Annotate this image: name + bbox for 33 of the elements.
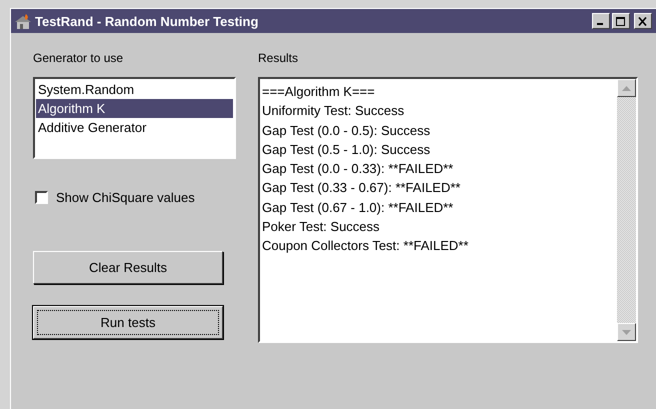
scroll-down-button[interactable] xyxy=(617,323,636,341)
checkbox[interactable] xyxy=(35,191,48,204)
close-button[interactable] xyxy=(634,13,652,29)
maximize-icon xyxy=(616,16,626,26)
close-icon xyxy=(638,16,648,26)
result-line: Uniformity Test: Success xyxy=(262,102,406,120)
minimize-icon xyxy=(597,23,603,25)
list-item[interactable]: Algorithm K xyxy=(36,99,233,118)
list-item[interactable]: Additive Generator xyxy=(36,118,233,137)
window-title: TestRand - Random Number Testing xyxy=(35,14,260,28)
maximize-button[interactable] xyxy=(612,13,630,29)
scroll-up-button[interactable] xyxy=(617,79,636,97)
result-line: Gap Test (0.5 - 1.0): Success xyxy=(262,140,432,159)
down-arrow-icon xyxy=(622,330,631,334)
result-line: Poker Test: Success xyxy=(262,218,381,236)
push-button[interactable]: Clear Results xyxy=(33,251,223,284)
result-line: ===Algorithm K=== xyxy=(262,83,376,101)
checkbox-label[interactable]: Show ChiSquare values xyxy=(56,190,195,205)
house-icon xyxy=(14,13,32,29)
result-line: Gap Test (0.67 - 1.0): **FAILED** xyxy=(262,198,454,217)
minimize-button[interactable] xyxy=(592,13,610,29)
result-line: Gap Test (0.0 - 0.5): Success xyxy=(262,122,432,140)
generator-label: Generator to use xyxy=(33,51,124,66)
up-arrow-icon xyxy=(622,86,631,90)
result-line: Gap Test (0.0 - 0.33): **FAILED** xyxy=(262,160,454,178)
results-area[interactable] xyxy=(258,77,638,343)
push-button[interactable]: Run tests xyxy=(33,306,223,339)
results-label: Results xyxy=(258,51,300,66)
result-line: Coupon Collectors Test: **FAILED** xyxy=(262,237,470,256)
list-item[interactable]: System.Random xyxy=(36,80,233,99)
scrollbar[interactable] xyxy=(617,79,636,341)
generator-list[interactable]: System.Random Algorithm K Additive Generator xyxy=(33,77,236,159)
result-line: Gap Test (0.33 - 0.67): **FAILED** xyxy=(262,179,462,198)
